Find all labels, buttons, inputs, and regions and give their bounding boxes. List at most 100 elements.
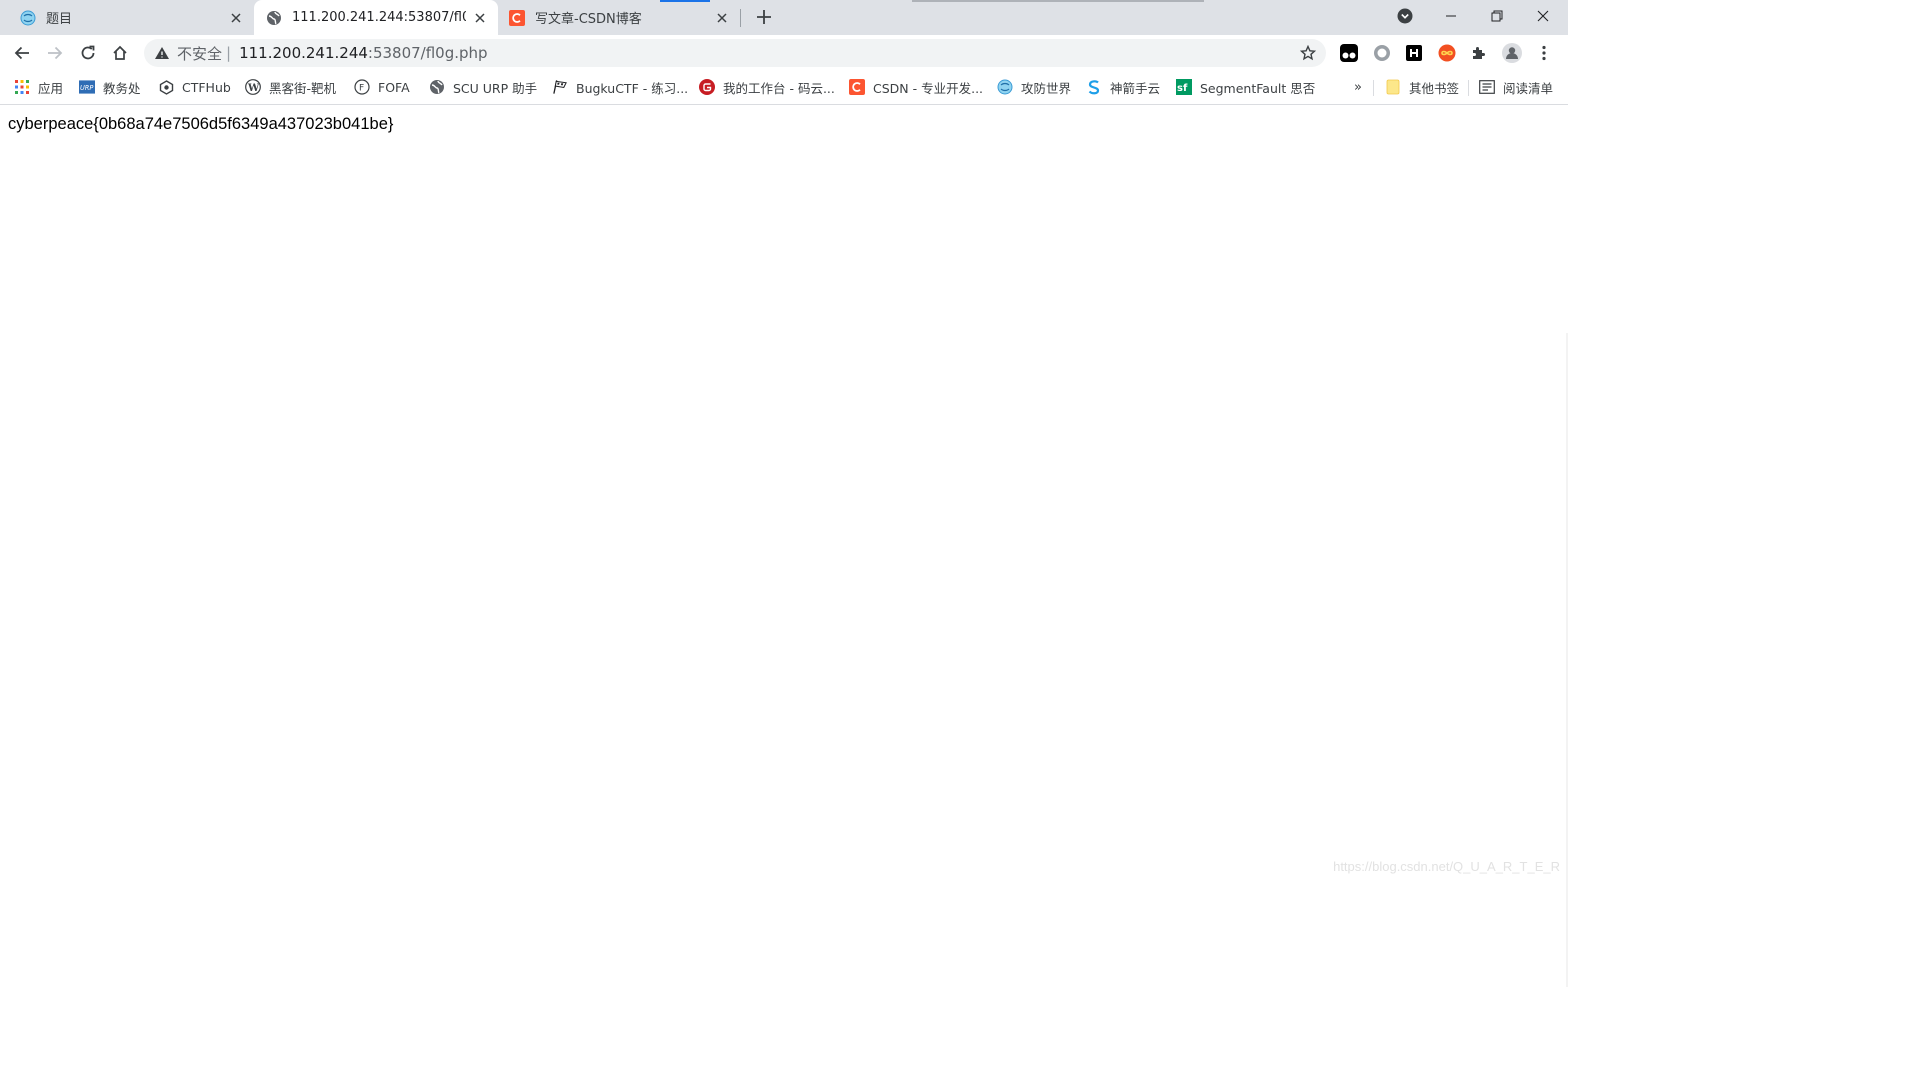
csdn-icon xyxy=(509,9,525,26)
bookmark-ctfhub[interactable]: CTFHub xyxy=(158,78,231,96)
new-tab-button[interactable] xyxy=(752,5,776,29)
tab-title: 题目 xyxy=(46,12,73,27)
star-icon[interactable] xyxy=(1299,44,1317,61)
bookmark-adworld[interactable]: 攻防世界 xyxy=(997,78,1071,96)
globe-icon xyxy=(266,10,282,26)
bookmark-label: 应用 xyxy=(38,80,64,96)
restore-button[interactable] xyxy=(1474,0,1520,32)
reading-list-icon xyxy=(1479,79,1495,95)
bookmark-gitee[interactable]: 我的工作台 - 码云... xyxy=(699,78,835,96)
divider: | xyxy=(226,44,232,62)
chevron-double-right-icon: » xyxy=(1354,79,1362,95)
ctfhub-icon xyxy=(158,79,174,95)
adworld-icon xyxy=(997,79,1013,95)
watermark: https://blog.csdn.net/Q_U_A_R_T_E_R xyxy=(1333,859,1560,874)
arrow-left-icon xyxy=(14,46,29,60)
urp-icon: URP xyxy=(79,79,95,95)
profile-avatar-icon[interactable] xyxy=(1502,43,1522,63)
window-shadow xyxy=(912,0,1204,2)
puzzle-icon[interactable] xyxy=(1469,43,1489,63)
plus-icon xyxy=(757,10,771,24)
bookmark-bugkuctf[interactable]: BugkuCTF - 练习... xyxy=(552,78,688,96)
tab-strip: 题目 111.200.241.244:53807/fl0g.php 写文章-CS… xyxy=(0,0,1568,35)
restore-icon xyxy=(1491,10,1503,22)
bookmark-label: CSDN - 专业开发... xyxy=(873,80,984,96)
bookmark-label: CTFHub xyxy=(182,79,231,95)
tab-title: 111.200.241.244:53807/fl0g.php xyxy=(292,10,466,25)
back-button[interactable] xyxy=(8,39,36,67)
close-window-button[interactable] xyxy=(1520,0,1566,32)
bookmark-label: 教务处 xyxy=(103,80,141,96)
warning-icon[interactable] xyxy=(154,45,170,61)
close-icon[interactable] xyxy=(472,10,488,26)
home-button[interactable] xyxy=(106,39,134,67)
bookmark-label: 我的工作台 - 码云... xyxy=(723,80,835,96)
extension-h-icon[interactable] xyxy=(1404,43,1424,63)
apps-grid-icon xyxy=(14,79,30,95)
bookmark-hackerstreet[interactable]: W 黑客街-靶机 xyxy=(245,78,336,96)
page-content: cyberpeace{0b68a74e7506d5f6349a437023b04… xyxy=(0,105,1568,987)
svg-text:URP: URP xyxy=(80,84,93,92)
bookmark-folder-other[interactable]: 其他书签 xyxy=(1385,78,1459,96)
bookmark-segmentfault[interactable]: sf SegmentFault 思否 xyxy=(1176,78,1315,96)
tab-csdn[interactable]: 写文章-CSDN博客 xyxy=(498,0,740,35)
bookmark-jiaowuchu[interactable]: URP 教务处 xyxy=(79,78,141,96)
forward-button[interactable] xyxy=(41,39,69,67)
extension-infinity-icon[interactable] xyxy=(1437,43,1457,63)
tab-search-button[interactable] xyxy=(1382,0,1428,32)
folder-icon xyxy=(1385,79,1401,95)
bookmark-scu-urp[interactable]: SCU URP 助手 xyxy=(429,78,537,96)
url-path: :53807/fl0g.php xyxy=(367,44,488,62)
chevron-down-circle-icon xyxy=(1397,8,1413,24)
bookmark-label: 黑客街-靶机 xyxy=(269,80,337,96)
close-icon[interactable] xyxy=(228,10,244,26)
tab-ti-mu[interactable]: 题目 xyxy=(0,0,254,35)
tab-title: 写文章-CSDN博客 xyxy=(535,12,642,27)
close-icon xyxy=(1537,10,1549,22)
fofa-icon: F xyxy=(354,79,370,95)
security-label[interactable]: 不安全 xyxy=(177,43,222,64)
toolbar: 不安全 | 111.200.241.244:53807/fl0g.php xyxy=(0,35,1568,71)
tab-separator xyxy=(740,9,741,27)
segmentfault-icon: sf xyxy=(1176,79,1192,95)
minimize-icon xyxy=(1446,15,1456,17)
shenjianshou-icon xyxy=(1086,79,1102,95)
bookmark-label: FOFA xyxy=(378,79,410,95)
flag-icon xyxy=(552,79,568,95)
address-bar[interactable]: 不安全 | 111.200.241.244:53807/fl0g.php xyxy=(144,39,1326,67)
bookmark-label: SCU URP 助手 xyxy=(453,80,538,96)
reading-list-button[interactable]: 阅读清单 xyxy=(1479,78,1553,96)
wordpress-icon: W xyxy=(245,79,261,95)
close-icon[interactable] xyxy=(714,10,730,26)
extension-circle-icon[interactable] xyxy=(1372,43,1392,63)
reload-icon xyxy=(81,45,95,60)
bookmark-label: BugkuCTF - 练习... xyxy=(576,80,689,96)
reload-button[interactable] xyxy=(74,39,102,67)
tab-fl0g[interactable]: 111.200.241.244:53807/fl0g.php xyxy=(254,0,498,35)
extension-tampermonkey-icon[interactable] xyxy=(1339,43,1359,63)
bookmark-label: 神箭手云 xyxy=(1110,80,1161,96)
bookmark-apps[interactable]: 应用 xyxy=(14,78,63,96)
globe-icon xyxy=(429,79,445,95)
home-icon xyxy=(113,45,127,60)
bookmark-divider xyxy=(1373,80,1374,96)
bookmark-divider xyxy=(1468,80,1469,96)
bookmark-label: 攻防世界 xyxy=(1021,80,1072,96)
globe-blue-icon xyxy=(20,10,36,26)
minimize-button[interactable] xyxy=(1428,0,1474,32)
bookmark-label: 其他书签 xyxy=(1409,80,1460,96)
bookmark-csdn[interactable]: CSDN - 专业开发... xyxy=(849,78,983,96)
bookmarks-bar: 应用 URP 教务处 CTFHub W 黑客街-靶机 F FOFA SCU UR… xyxy=(0,71,1568,105)
more-menu-icon[interactable] xyxy=(1534,43,1554,63)
bookmark-label: SegmentFault 思否 xyxy=(1200,80,1316,96)
gitee-icon xyxy=(699,79,715,95)
svg-text:W: W xyxy=(247,83,260,94)
svg-text:sf: sf xyxy=(1177,83,1188,94)
svg-text:F: F xyxy=(359,84,364,94)
bookmark-shenjianshou[interactable]: 神箭手云 xyxy=(1086,78,1160,96)
arrow-right-icon xyxy=(48,46,63,60)
bookmarks-overflow-button[interactable]: » xyxy=(1354,78,1362,96)
csdn-icon xyxy=(849,79,865,95)
bookmark-fofa[interactable]: F FOFA xyxy=(354,78,410,96)
page-text: cyberpeace{0b68a74e7506d5f6349a437023b04… xyxy=(8,115,394,133)
